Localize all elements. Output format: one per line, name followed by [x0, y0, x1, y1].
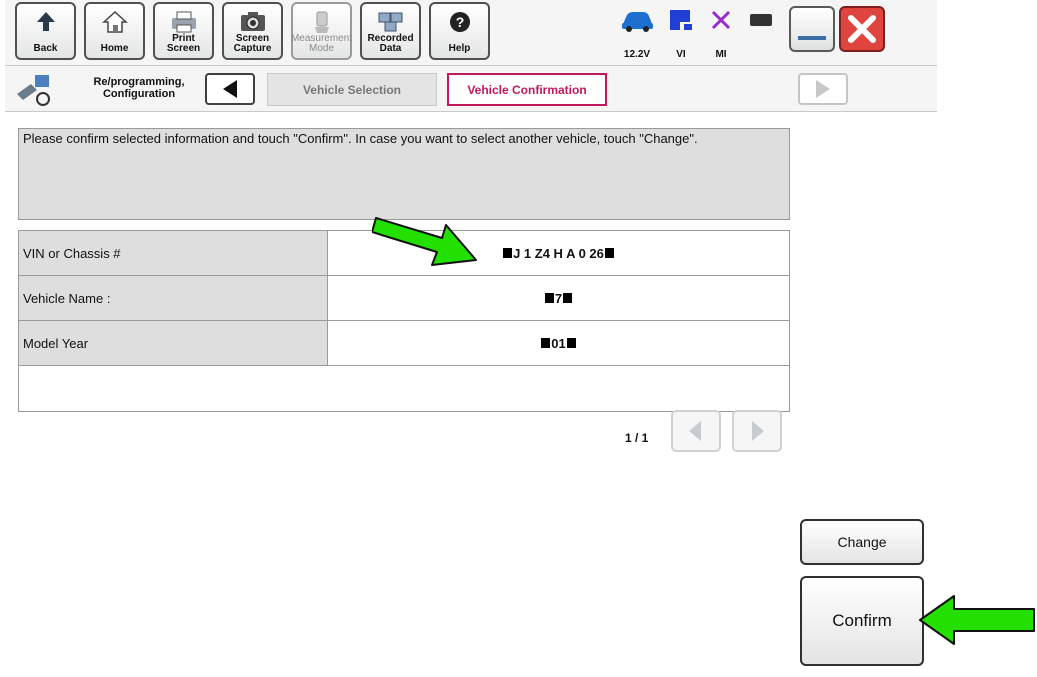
vehicle-name-value: 7	[328, 276, 789, 320]
prev-page-icon	[673, 421, 719, 454]
recorded-data-icon	[362, 9, 419, 35]
next-page-button[interactable]	[732, 410, 782, 452]
empty-label	[19, 366, 328, 411]
crumb-vehicle-confirmation[interactable]: Vehicle Confirmation	[447, 73, 607, 106]
top-toolbar: Back Home Print Screen Screen Capture Me…	[5, 0, 937, 66]
help-button[interactable]: ? Help	[429, 2, 490, 60]
table-row-empty	[19, 366, 789, 411]
section-title: Re/programming, Configuration	[93, 76, 185, 100]
measurement-icon	[293, 9, 350, 35]
home-icon	[86, 9, 143, 35]
minimize-icon	[791, 36, 833, 54]
forward-nav-button[interactable]	[798, 73, 848, 105]
reprogramming-icon	[13, 72, 55, 113]
model-year-value: 01	[328, 321, 789, 365]
back-arrow-icon	[17, 9, 74, 35]
vehicle-name-label: Vehicle Name :	[19, 276, 328, 320]
battery-icon	[746, 14, 778, 38]
measurement-mode-button[interactable]: Measurement Mode	[291, 2, 352, 60]
page-indicator: 1 / 1	[625, 431, 649, 445]
recorded-data-button[interactable]: Recorded Data	[360, 2, 421, 60]
change-button[interactable]: Change	[800, 519, 924, 565]
vin-label: VIN or Chassis #	[19, 231, 328, 275]
car-icon	[619, 12, 655, 38]
camera-icon	[224, 9, 281, 35]
screen-capture-button[interactable]: Screen Capture	[222, 2, 283, 60]
back-button[interactable]: Back	[15, 2, 76, 60]
mi-x-icon	[706, 10, 736, 38]
table-row-vehicle-name: Vehicle Name : 7	[19, 276, 789, 321]
mi-indicator: MI	[704, 6, 738, 60]
left-triangle-icon	[207, 80, 253, 107]
battery-voltage-indicator: 12.2V	[617, 6, 657, 60]
minimize-button[interactable]	[789, 6, 835, 52]
printer-icon	[155, 9, 212, 35]
close-icon	[841, 15, 883, 54]
crumb-vehicle-selection[interactable]: Vehicle Selection	[267, 73, 437, 106]
help-icon: ?	[431, 9, 488, 35]
next-page-icon	[734, 421, 780, 454]
table-row-model-year: Model Year 01	[19, 321, 789, 366]
vi-icon	[666, 10, 696, 38]
connection-indicator	[745, 6, 779, 60]
prev-page-button[interactable]	[671, 410, 721, 452]
empty-value	[328, 366, 789, 411]
confirm-button[interactable]: Confirm	[800, 576, 924, 666]
breadcrumb: Re/programming, Configuration Vehicle Se…	[5, 66, 937, 112]
callout-arrow-confirm-icon	[919, 595, 1035, 645]
home-button[interactable]: Home	[84, 2, 145, 60]
print-screen-button[interactable]: Print Screen	[153, 2, 214, 60]
vi-indicator: VI	[665, 6, 697, 60]
right-triangle-icon	[800, 80, 846, 107]
close-button[interactable]	[839, 6, 885, 52]
callout-arrow-vin-icon	[372, 217, 477, 266]
main-content: Please confirm selected information and …	[5, 112, 937, 674]
model-year-label: Model Year	[19, 321, 328, 365]
svg-text:?: ?	[455, 14, 464, 30]
back-nav-button[interactable]	[205, 73, 255, 105]
